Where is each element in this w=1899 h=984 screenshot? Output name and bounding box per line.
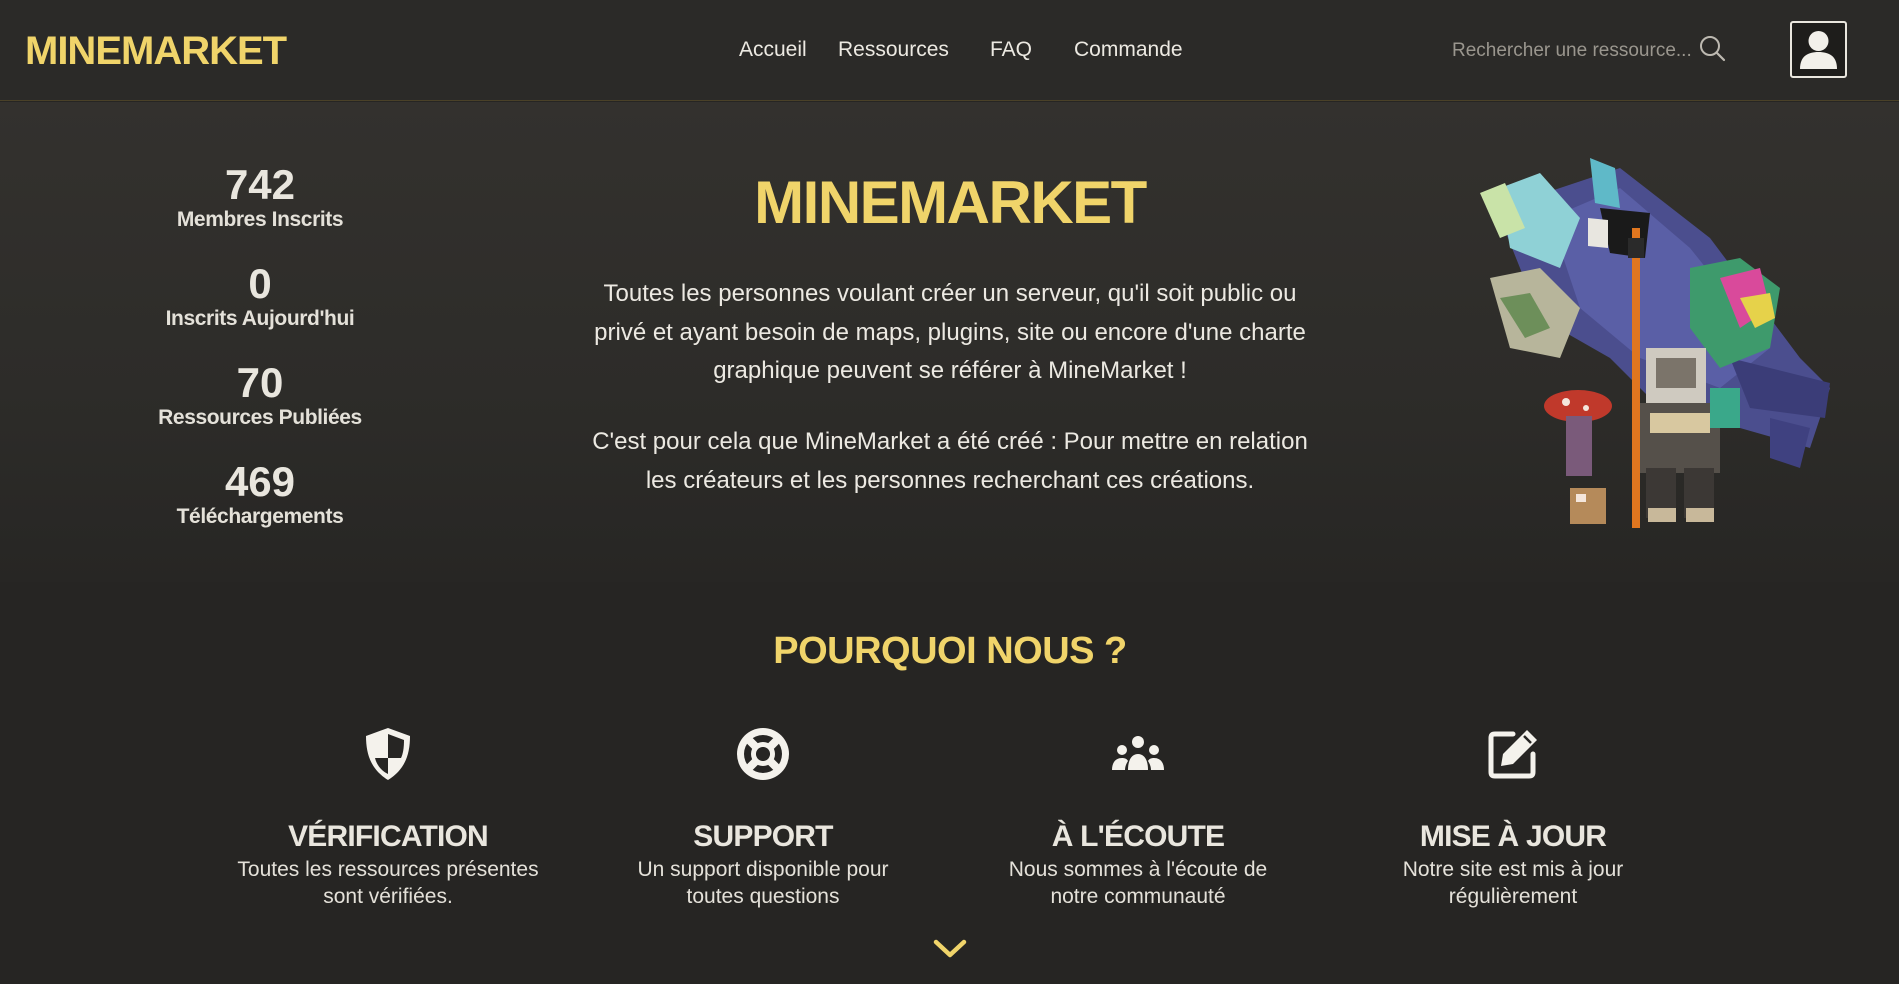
feature-description-line: toutes questions <box>686 885 840 908</box>
search-icon[interactable] <box>1698 34 1728 64</box>
stat-label: Téléchargements <box>176 505 344 528</box>
feature-title: MISE À JOUR <box>1419 820 1607 853</box>
feature-updates: MISE À JOUR Notre site est mis à jour ré… <box>1353 724 1673 910</box>
hero-paragraph-intro: Toutes les personnes voulant créer un se… <box>560 275 1340 391</box>
chevron-down-icon <box>933 939 967 958</box>
stat-value: 742 <box>224 161 296 208</box>
stat-label: Inscrits Aujourd'hui <box>165 307 355 330</box>
feature-title: À L'ÉCOUTE <box>1051 820 1225 853</box>
lifebuoy-icon <box>737 728 789 780</box>
feature-description-line: notre communauté <box>1050 885 1226 908</box>
hero-paragraph-purpose: C'est pour cela que MineMarket a été cré… <box>560 423 1340 500</box>
hero-text-line: Toutes les personnes voulant créer un se… <box>603 280 1297 307</box>
feature-description: Notre site est mis à jour régulièrement <box>1353 856 1673 910</box>
hero-title: MINEMARKET <box>754 169 1147 236</box>
scroll-down-button[interactable] <box>930 934 970 962</box>
feature-listening: À L'ÉCOUTE Nous sommes à l'écoute de not… <box>978 724 1298 910</box>
feature-description-line: Nous sommes à l'écoute de <box>1008 858 1268 881</box>
stat-value: 0 <box>248 260 272 307</box>
stat-resources: 70 Ressources Publiées <box>140 360 380 459</box>
hero-text-line: les créateurs et les personnes rechercha… <box>645 466 1255 494</box>
community-icon <box>1112 736 1164 770</box>
stats-panel: 742 Membres Inscrits 0 Inscrits Aujourd'… <box>140 162 380 558</box>
feature-description: Un support disponible pour toutes questi… <box>603 856 923 910</box>
navbar: MINEMARKET Accueil Ressources FAQ Comman… <box>0 0 1899 101</box>
stat-today: 0 Inscrits Aujourd'hui <box>140 261 380 360</box>
feature-description-line: Toutes les ressources présentes <box>237 858 539 881</box>
feature-support: SUPPORT Un support disponible pour toute… <box>603 724 923 910</box>
edit-icon <box>1488 730 1537 779</box>
stat-label: Ressources Publiées <box>158 406 362 429</box>
shield-icon <box>366 728 410 780</box>
account-button[interactable] <box>1790 21 1847 78</box>
nav-link-ressources[interactable]: Ressources <box>838 38 949 62</box>
feature-description: Toutes les ressources présentes sont vér… <box>228 856 548 910</box>
nav-link-commande[interactable]: Commande <box>1074 38 1183 62</box>
feature-description-line: Un support disponible pour <box>637 858 889 881</box>
feature-description-line: Notre site est mis à jour <box>1402 858 1624 881</box>
hero-character-illustration <box>1480 158 1830 528</box>
feature-description-line: sont vérifiées. <box>323 885 453 908</box>
nav-link-accueil[interactable]: Accueil <box>739 38 807 62</box>
feature-title: VÉRIFICATION <box>288 820 489 853</box>
site-logo[interactable]: MINEMARKET <box>25 29 287 74</box>
stat-members: 742 Membres Inscrits <box>140 162 380 261</box>
hero-text-line: graphique peuvent se référer à MineMarke… <box>713 357 1187 384</box>
feature-description: Nous sommes à l'écoute de notre communau… <box>978 856 1298 910</box>
feature-title: SUPPORT <box>693 820 833 853</box>
stat-downloads: 469 Téléchargements <box>140 459 380 558</box>
hero-text-line: C'est pour cela que MineMarket a été cré… <box>592 428 1308 455</box>
user-icon <box>1800 31 1837 69</box>
hero-text-line: privé et ayant besoin de maps, plugins, … <box>594 318 1306 346</box>
stat-label: Membres Inscrits <box>176 208 344 231</box>
nav-link-faq[interactable]: FAQ <box>990 38 1032 62</box>
section-title-why: POURQUOI NOUS ? <box>773 630 1127 672</box>
search-input[interactable] <box>1452 36 1692 66</box>
stat-value: 70 <box>236 359 284 406</box>
stat-value: 469 <box>224 458 296 505</box>
feature-description-line: régulièrement <box>1448 885 1578 908</box>
feature-verification: VÉRIFICATION Toutes les ressources prése… <box>228 724 548 910</box>
